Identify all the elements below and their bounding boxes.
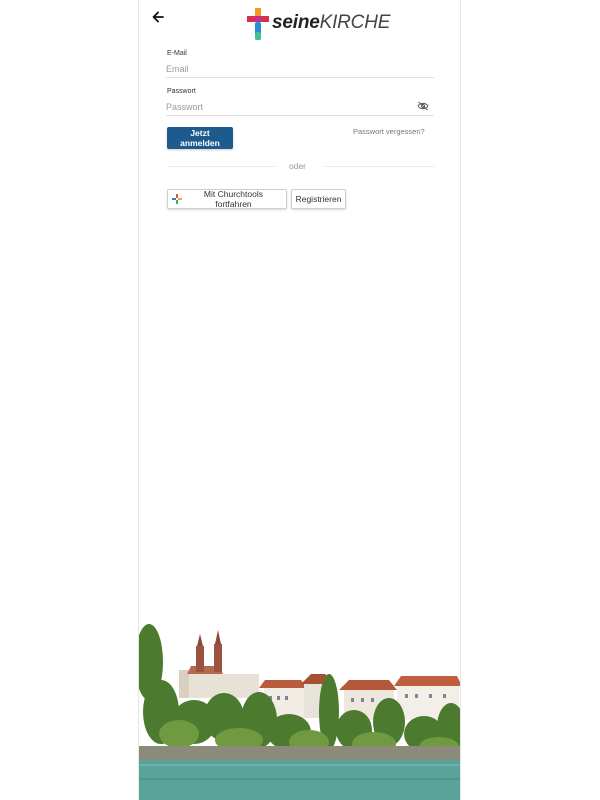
cross-logo-icon [247,8,269,40]
email-label: E-Mail [167,50,187,57]
back-button[interactable] [149,8,167,26]
app-logo: seineKIRCHE [245,6,390,42]
churchtools-login-button[interactable]: Mit Churchtools fortfahren [167,189,287,209]
city-river-image [139,622,460,800]
divider-text: oder [289,161,307,171]
password-label: Passwort [167,88,196,95]
arrow-left-icon [152,11,164,23]
eye-off-icon[interactable] [417,101,429,111]
logo-text-seine: seine [272,12,320,33]
login-panel: seineKIRCHE E-Mail Passwort Jetzt anmeld… [138,0,461,800]
churchtools-label: Mit Churchtools fortfahren [203,189,263,209]
logo-text-kirche: KIRCHE [319,12,391,33]
churchtools-icon [172,194,182,204]
forgot-password-link[interactable]: Passwort vergessen? [353,127,425,136]
register-button[interactable]: Registrieren [291,189,346,209]
email-field[interactable] [166,61,434,78]
divider-left [167,166,277,167]
login-button[interactable]: Jetzt anmelden [167,127,233,149]
logo-wordmark: seineKIRCHE [272,12,390,34]
divider-right [324,166,434,167]
password-field[interactable] [166,99,434,116]
